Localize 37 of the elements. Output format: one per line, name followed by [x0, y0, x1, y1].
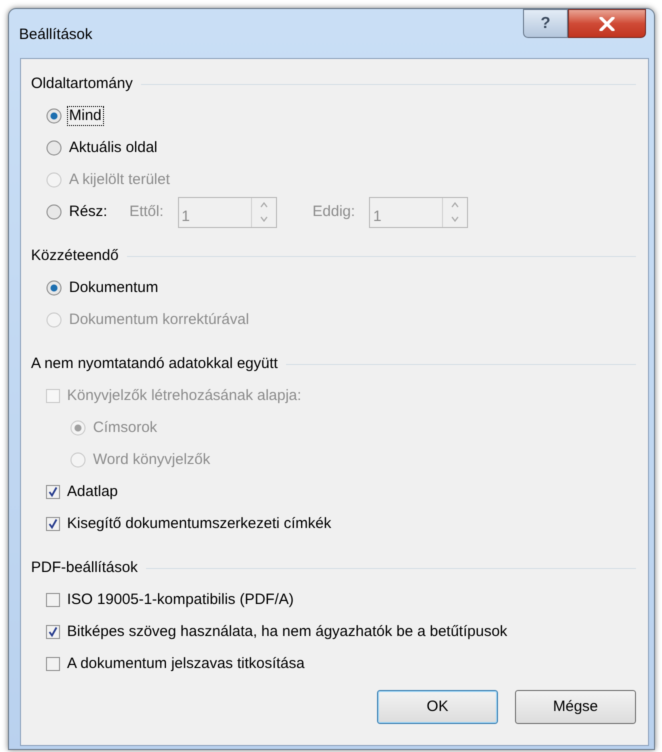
option-label: Bitképes szöveg használata, ha nem ágyazhatók be a betűtípusok: [66, 622, 508, 642]
option-label: Címsorok: [92, 418, 158, 438]
group-heading: A nem nyomtatandó adatokkal együtt: [31, 354, 278, 374]
close-button[interactable]: [568, 9, 646, 38]
radio-button[interactable]: [46, 140, 62, 156]
spinner-value: 1: [180, 206, 191, 226]
radio-button[interactable]: [46, 204, 62, 220]
option-label: Könyvjelzők létrehozásának alapja:: [66, 386, 302, 406]
spinner-value: 1: [372, 206, 382, 226]
option-label: Aktuális oldal: [68, 138, 158, 158]
option-label: Dokumentum: [68, 278, 160, 298]
option-label: Rész:: [68, 202, 108, 222]
option-label: A kijelölt terület: [68, 170, 171, 190]
checkbox[interactable]: [46, 517, 60, 531]
to-label: Eddig:: [312, 202, 356, 222]
option-label: ISO 19005-1-kompatibilis (PDF/A): [66, 590, 295, 610]
checkbox[interactable]: [46, 657, 60, 671]
group-heading: PDF-beállítások: [31, 558, 138, 578]
option-label: Mind: [67, 106, 104, 126]
group-heading: Közzéteendő: [31, 246, 119, 266]
option-label: A dokumentum jelszavas titkosítása: [66, 654, 306, 674]
option-label: Kisegítő dokumentumszerkezeti címkék: [66, 514, 332, 534]
radio-button[interactable]: [46, 280, 62, 296]
from-label: Ettől:: [129, 202, 164, 222]
close-icon: [599, 16, 615, 30]
checkbox[interactable]: [46, 625, 60, 639]
option-label: Adatlap: [66, 482, 119, 502]
help-button[interactable]: ?: [523, 9, 568, 38]
checkbox[interactable]: [46, 593, 60, 607]
dialog-button[interactable]: OK: [377, 690, 498, 724]
dialog-button[interactable]: Mégse: [515, 690, 636, 724]
checkbox[interactable]: [46, 485, 60, 499]
radio-button[interactable]: [46, 108, 62, 124]
option-label: Dokumentum korrektúrával: [68, 310, 250, 330]
group-heading: Oldaltartomány: [31, 74, 133, 94]
option-label: Word könyvjelzők: [92, 450, 212, 470]
window-title: Beállítások: [19, 25, 92, 45]
